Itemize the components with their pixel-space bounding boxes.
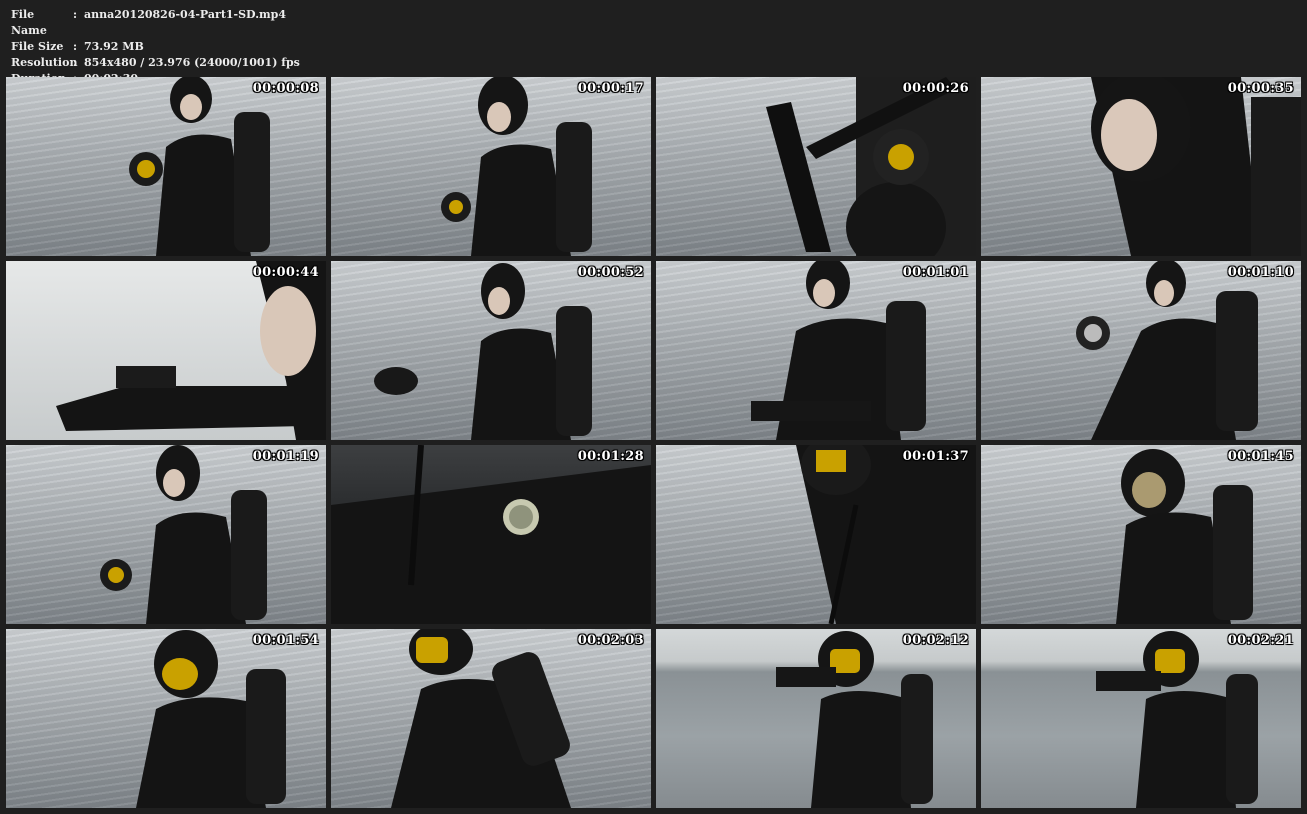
file-size-separator: :: [73, 40, 78, 53]
thumbnail-timestamp: 00:01:37: [902, 449, 969, 464]
resolution-row: Resolution : 854x480 / 23.976 (24000/100…: [11, 55, 300, 71]
file-size-row: File Size : 73.92 MB: [11, 39, 300, 55]
thumbnail-frame: 00:01:01: [656, 261, 976, 440]
thumbnail-timestamp: 00:01:10: [1227, 265, 1294, 280]
file-info-panel: File Name : anna20120826-04-Part1-SD.mp4…: [11, 7, 300, 87]
thumbnail-frame: 00:02:03: [331, 629, 651, 808]
thumbnail-timestamp: 00:01:28: [577, 449, 644, 464]
thumbnail-frame: 00:02:12: [656, 629, 976, 808]
thumbnail-frame: 00:00:17: [331, 77, 651, 256]
thumbnail-frame: 00:00:26: [656, 77, 976, 256]
resolution-label: Resolution: [11, 56, 78, 69]
thumbnail-timestamp: 00:01:19: [252, 449, 319, 464]
thumbnail-frame: 00:00:35: [981, 77, 1301, 256]
file-size-label: File Size: [11, 40, 64, 53]
resolution-value: 854x480 / 23.976 (24000/1001) fps: [84, 56, 300, 69]
thumbnail-frame: 00:01:19: [6, 445, 326, 624]
file-name-value: anna20120826-04-Part1-SD.mp4: [84, 8, 287, 21]
file-name-row: File Name : anna20120826-04-Part1-SD.mp4: [11, 7, 300, 39]
resolution-separator: :: [73, 56, 78, 69]
thumbnail-frame: 00:01:45: [981, 445, 1301, 624]
thumbnail-frame: 00:01:10: [981, 261, 1301, 440]
file-name-label: File Name: [11, 8, 47, 37]
thumbnail-timestamp: 00:00:08: [252, 81, 319, 96]
thumbnail-timestamp: 00:00:44: [252, 265, 319, 280]
thumbnail-grid: 00:00:08 00:00:17 00:00:26 00:00:35 00:0…: [6, 77, 1301, 808]
thumbnail-frame: 00:00:44: [6, 261, 326, 440]
file-name-separator: :: [73, 8, 78, 21]
thumbnail-frame: 00:00:52: [331, 261, 651, 440]
thumbnail-timestamp: 00:02:21: [1227, 633, 1294, 648]
thumbnail-frame: 00:02:21: [981, 629, 1301, 808]
thumbnail-timestamp: 00:00:17: [577, 81, 644, 96]
thumbnail-timestamp: 00:00:52: [577, 265, 644, 280]
thumbnail-frame: 00:01:54: [6, 629, 326, 808]
thumbnail-timestamp: 00:00:35: [1227, 81, 1294, 96]
thumbnail-timestamp: 00:01:54: [252, 633, 319, 648]
thumbnail-timestamp: 00:00:26: [902, 81, 969, 96]
thumbnail-timestamp: 00:02:03: [577, 633, 644, 648]
thumbnail-frame: 00:00:08: [6, 77, 326, 256]
thumbnail-frame: 00:01:37: [656, 445, 976, 624]
thumbnail-timestamp: 00:01:45: [1227, 449, 1294, 464]
thumbnail-timestamp: 00:02:12: [902, 633, 969, 648]
file-size-value: 73.92 MB: [84, 40, 144, 53]
thumbnail-frame: 00:01:28: [331, 445, 651, 624]
thumbnail-timestamp: 00:01:01: [902, 265, 969, 280]
